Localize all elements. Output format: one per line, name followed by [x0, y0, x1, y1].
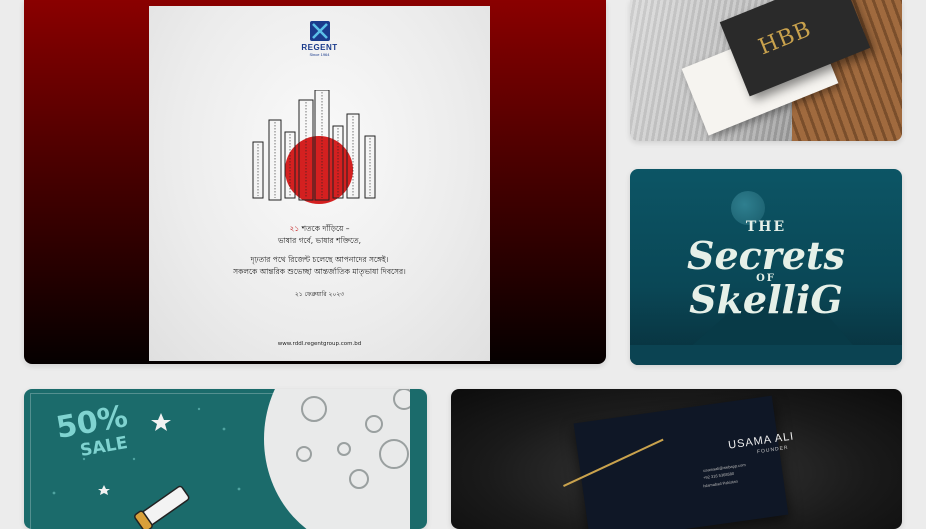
gallery-card-hbb[interactable]: HBB — [630, 0, 902, 141]
poster-body-1: দৃঢ়তার পথে রিজেন্ট চলেছে আপনাদের সঙ্গেই… — [250, 255, 389, 264]
poster-date: ২১ ফেব্রুয়ারি ২০২৩ — [294, 291, 345, 298]
poster-headline-2: ভাষার গর্বে, ভাষার শক্তিতে, — [278, 236, 361, 245]
poster-headline-1: ২১ শতকে দাঁড়িয়ে – — [289, 224, 350, 233]
regent-logo-icon — [310, 21, 330, 41]
title-skellig: SkelliG — [689, 277, 843, 322]
title-secrets: Secrets — [687, 233, 845, 278]
poster-url: www.rddl.regentgroup.com.bd — [277, 341, 362, 347]
gallery-card-sale[interactable]: 50% SALE — [24, 389, 427, 529]
moon-craters — [296, 389, 415, 489]
regent-logo-subtitle: Since 1964 — [309, 52, 330, 57]
moon-illustration — [264, 389, 427, 529]
skyline-illustration — [252, 90, 376, 204]
regent-poster: REGENT Since 1964 ২১ শতকে দাঁড়িয়ে – ভা… — [149, 6, 490, 361]
regent-logo-text: REGENT — [301, 43, 338, 52]
gallery-card-skellig[interactable]: THE Secrets OF SkelliG — [630, 169, 902, 365]
gallery-card-usama-ali[interactable]: USAMA ALI FOUNDER usamaali@webapp.com +9… — [451, 389, 902, 529]
card-edge — [410, 389, 427, 529]
telescope-icon — [134, 485, 190, 529]
poster-body-2: সকলকে আন্তরিক শুভেচ্ছা আন্তর্জাতিক মাতৃভ… — [233, 267, 406, 276]
gallery-card-regent[interactable]: REGENT Since 1964 ২১ শতকে দাঁড়িয়ে – ভা… — [24, 0, 606, 364]
